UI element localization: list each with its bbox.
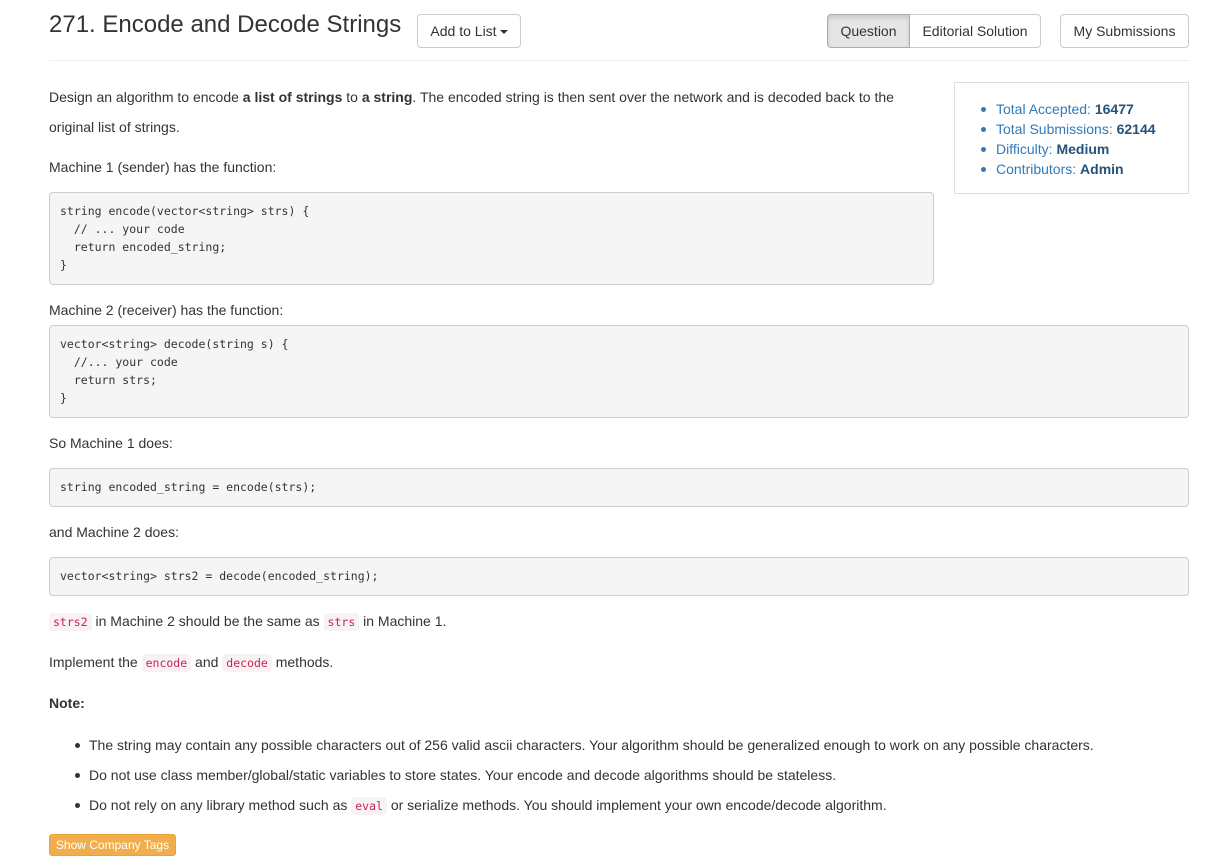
add-to-list-button[interactable]: Add to List xyxy=(417,14,521,48)
inline-code-encode: encode xyxy=(141,654,192,672)
code-block-encode-call: string encoded_string = encode(strs); xyxy=(49,468,1189,507)
notes-list: The string may contain any possible char… xyxy=(49,730,1094,821)
inline-code-strs2: strs2 xyxy=(49,613,92,631)
note-item: Do not rely on any library method such a… xyxy=(49,790,1094,821)
stat-total-accepted: Total Accepted: 16477 xyxy=(977,99,1156,119)
tab-question[interactable]: Question xyxy=(827,14,910,48)
machine1-does-label: So Machine 1 does: xyxy=(49,435,173,451)
note-item: Do not use class member/global/static va… xyxy=(49,760,1094,790)
header-divider xyxy=(49,60,1189,61)
machine2-does-label: and Machine 2 does: xyxy=(49,524,179,540)
note-item: The string may contain any possible char… xyxy=(49,730,1094,760)
machine2-label: Machine 2 (receiver) has the function: xyxy=(49,302,284,318)
show-company-tags-button[interactable]: Show Company Tags xyxy=(49,834,176,856)
caret-down-icon xyxy=(499,30,508,34)
my-submissions-button[interactable]: My Submissions xyxy=(1060,14,1189,48)
inline-code-decode: decode xyxy=(222,654,272,672)
inline-code-eval: eval xyxy=(351,797,387,815)
equality-statement: strs2 in Machine 2 should be the same as… xyxy=(49,606,446,637)
page-title: 271. Encode and Decode Strings xyxy=(49,11,402,38)
contributors-link[interactable]: Admin xyxy=(1080,161,1124,177)
stat-total-submissions: Total Submissions: 62144 xyxy=(977,119,1156,139)
implement-statement: Implement the encode and decode methods. xyxy=(49,654,334,672)
machine1-label: Machine 1 (sender) has the function: xyxy=(49,159,277,175)
code-block-encode: string encode(vector<string> strs) { // … xyxy=(49,192,934,285)
problem-description: Design an algorithm to encode a list of … xyxy=(49,89,894,135)
tab-editorial-solution[interactable]: Editorial Solution xyxy=(910,14,1041,48)
stats-panel: Total Accepted: 16477 Total Submissions:… xyxy=(954,82,1189,194)
code-block-decode-call: vector<string> strs2 = decode(encoded_st… xyxy=(49,557,1189,596)
add-to-list-label: Add to List xyxy=(430,23,497,39)
note-heading: Note: xyxy=(49,695,85,711)
code-block-decode: vector<string> decode(string s) { //... … xyxy=(49,325,1189,418)
inline-code-strs: strs xyxy=(323,613,360,631)
stat-contributors: Contributors: Admin xyxy=(977,159,1156,179)
stat-difficulty: Difficulty: Medium xyxy=(977,139,1156,159)
